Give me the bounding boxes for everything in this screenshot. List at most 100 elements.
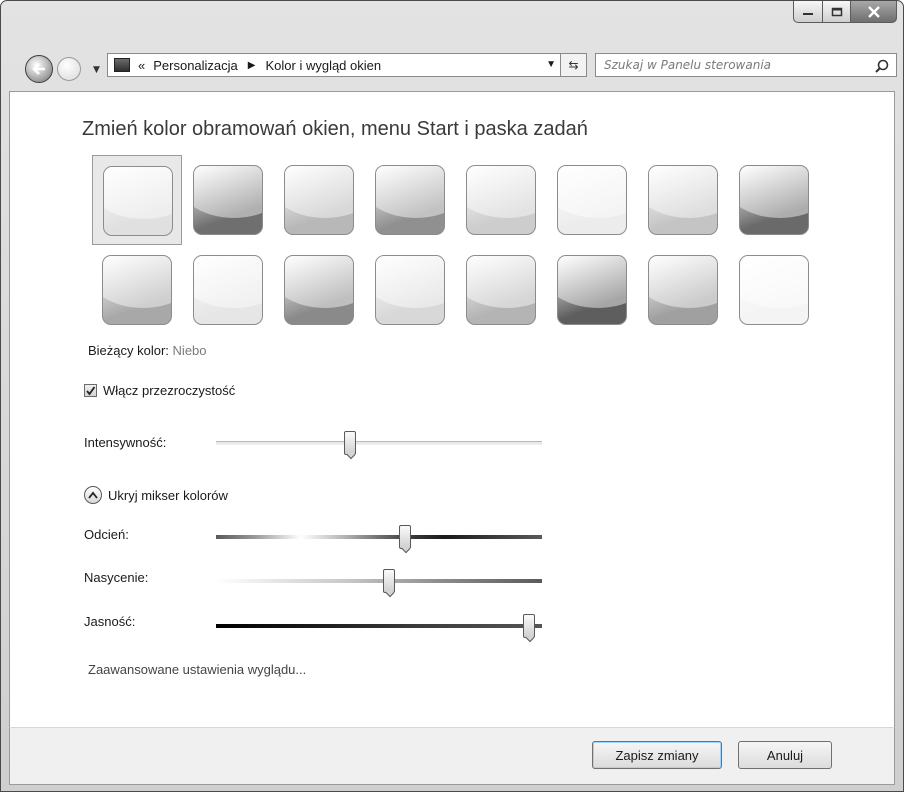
search-box[interactable] bbox=[595, 53, 897, 77]
back-arrow-icon bbox=[32, 63, 45, 75]
swatch-color[interactable] bbox=[648, 165, 718, 235]
current-color-value: Niebo bbox=[172, 343, 207, 358]
swatch-shine bbox=[558, 166, 626, 218]
swatch-shine bbox=[740, 256, 808, 308]
swatch-shine bbox=[467, 256, 535, 308]
swatch-color[interactable] bbox=[103, 166, 173, 236]
minimize-icon bbox=[803, 12, 813, 15]
swatch-shine bbox=[194, 166, 262, 218]
transparency-label[interactable]: Włącz przezroczystość bbox=[103, 383, 235, 398]
close-button[interactable] bbox=[851, 1, 897, 23]
color-swatch[interactable] bbox=[456, 245, 546, 335]
swatch-shine bbox=[103, 256, 171, 308]
brightness-label: Jasność: bbox=[84, 614, 136, 629]
color-swatch[interactable] bbox=[274, 155, 364, 245]
collapse-icon[interactable] bbox=[84, 486, 102, 504]
swatch-shine bbox=[558, 256, 626, 308]
intensity-label: Intensywność: bbox=[84, 435, 167, 450]
color-swatch[interactable] bbox=[638, 245, 728, 335]
refresh-icon: ⇆ bbox=[568, 58, 579, 72]
hue-slider-track[interactable] bbox=[216, 535, 542, 539]
swatch-color[interactable] bbox=[648, 255, 718, 325]
window-controls bbox=[793, 1, 897, 23]
swatch-shine bbox=[104, 167, 172, 219]
breadcrumb-window-color[interactable]: Kolor i wygląd okien bbox=[265, 58, 381, 73]
page-title: Zmień kolor obramowań okien, menu Start … bbox=[82, 118, 588, 140]
minimize-button[interactable] bbox=[793, 1, 823, 23]
color-swatch[interactable] bbox=[183, 155, 273, 245]
saturation-slider-thumb[interactable] bbox=[382, 569, 395, 593]
hue-slider-thumb[interactable] bbox=[399, 525, 412, 549]
swatch-color[interactable] bbox=[466, 165, 536, 235]
swatch-color[interactable] bbox=[739, 165, 809, 235]
recent-pages-dropdown-icon[interactable]: ▼ bbox=[93, 65, 100, 75]
maximize-icon bbox=[831, 7, 842, 16]
swatch-shine bbox=[649, 256, 717, 308]
chevron-up-icon bbox=[88, 491, 98, 499]
address-dropdown-icon[interactable]: ▼ bbox=[546, 59, 556, 70]
hide-mixer-label[interactable]: Ukryj mikser kolorów bbox=[108, 488, 228, 503]
breadcrumb-overflow[interactable]: « bbox=[138, 58, 145, 73]
swatch-color[interactable] bbox=[193, 255, 263, 325]
intensity-slider-track[interactable] bbox=[216, 441, 542, 445]
transparency-checkbox[interactable] bbox=[84, 384, 97, 397]
hue-label: Odcień: bbox=[84, 527, 129, 542]
breadcrumb-separator-icon[interactable]: ▶ bbox=[248, 60, 256, 71]
swatch-shine bbox=[376, 166, 444, 218]
color-swatch[interactable] bbox=[456, 155, 546, 245]
color-swatch[interactable] bbox=[365, 155, 455, 245]
swatch-shine bbox=[649, 166, 717, 218]
swatch-color[interactable] bbox=[284, 165, 354, 235]
swatch-color[interactable] bbox=[557, 255, 627, 325]
address-bar[interactable]: « Personalizacja ▶ Kolor i wygląd okien … bbox=[107, 53, 561, 77]
close-icon bbox=[867, 5, 880, 18]
swatch-color[interactable] bbox=[466, 255, 536, 325]
swatch-color[interactable] bbox=[375, 255, 445, 325]
hide-mixer-toggle[interactable]: Ukryj mikser kolorów bbox=[84, 486, 228, 504]
color-swatch[interactable] bbox=[92, 155, 182, 245]
search-icon[interactable] bbox=[875, 59, 889, 73]
color-swatch[interactable] bbox=[547, 245, 637, 335]
current-color: Bieżący kolor: Niebo bbox=[88, 343, 207, 358]
swatch-shine bbox=[285, 256, 353, 308]
navigation-bar: ▼ « Personalizacja ▶ Kolor i wygląd okie… bbox=[1, 45, 903, 87]
refresh-button[interactable]: ⇆ bbox=[561, 53, 587, 77]
swatch-color[interactable] bbox=[102, 255, 172, 325]
brightness-slider-track[interactable] bbox=[216, 624, 542, 628]
swatch-shine bbox=[194, 256, 262, 308]
save-changes-button[interactable]: Zapisz zmiany bbox=[592, 741, 722, 769]
current-color-label: Bieżący kolor: bbox=[88, 343, 169, 358]
advanced-appearance-link[interactable]: Zaawansowane ustawienia wyglądu... bbox=[88, 662, 306, 677]
title-bar bbox=[1, 1, 903, 37]
color-swatch[interactable] bbox=[274, 245, 364, 335]
color-swatch[interactable] bbox=[638, 155, 728, 245]
color-swatch[interactable] bbox=[547, 155, 637, 245]
intensity-slider-thumb[interactable] bbox=[343, 431, 356, 455]
swatch-color[interactable] bbox=[284, 255, 354, 325]
back-button[interactable] bbox=[25, 55, 53, 83]
swatch-color[interactable] bbox=[557, 165, 627, 235]
swatch-shine bbox=[376, 256, 444, 308]
saturation-label: Nasycenie: bbox=[84, 570, 149, 585]
color-swatch[interactable] bbox=[365, 245, 455, 335]
swatch-color[interactable] bbox=[193, 165, 263, 235]
swatch-shine bbox=[467, 166, 535, 218]
transparency-option[interactable]: Włącz przezroczystość bbox=[84, 383, 235, 398]
search-input[interactable] bbox=[602, 57, 866, 73]
swatch-shine bbox=[285, 166, 353, 218]
swatch-color[interactable] bbox=[375, 165, 445, 235]
brightness-slider-thumb[interactable] bbox=[522, 614, 535, 638]
cancel-button[interactable]: Anuluj bbox=[738, 741, 832, 769]
forward-button[interactable] bbox=[57, 57, 81, 81]
color-swatch[interactable] bbox=[729, 155, 819, 245]
swatch-shine bbox=[740, 166, 808, 218]
maximize-button[interactable] bbox=[823, 1, 851, 23]
color-swatch[interactable] bbox=[183, 245, 273, 335]
swatch-color[interactable] bbox=[739, 255, 809, 325]
saturation-slider-track[interactable] bbox=[216, 579, 542, 583]
color-swatch[interactable] bbox=[92, 245, 182, 335]
control-panel-icon bbox=[114, 58, 130, 72]
color-swatch[interactable] bbox=[729, 245, 819, 335]
breadcrumb-personalization[interactable]: Personalizacja bbox=[153, 58, 238, 73]
checkmark-icon bbox=[86, 386, 96, 396]
